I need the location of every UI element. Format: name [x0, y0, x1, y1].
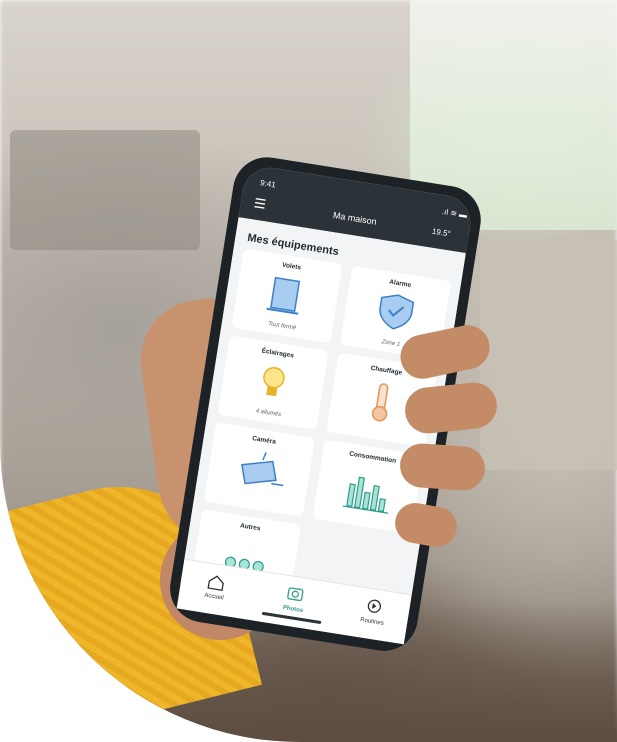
photo-scene: 9:41 .ıl ≋ ▬ Ma maison 19.5° Mes équipem…: [0, 0, 617, 742]
card-camera[interactable]: Caméra: [204, 422, 315, 517]
hand-finger-3: [398, 442, 487, 492]
smartphone: 9:41 .ıl ≋ ▬ Ma maison 19.5° Mes équipem…: [170, 157, 481, 651]
card-volets[interactable]: Volets Tout fermé: [231, 248, 342, 343]
card-eclairages[interactable]: Éclairages 4 allumés: [218, 335, 329, 430]
